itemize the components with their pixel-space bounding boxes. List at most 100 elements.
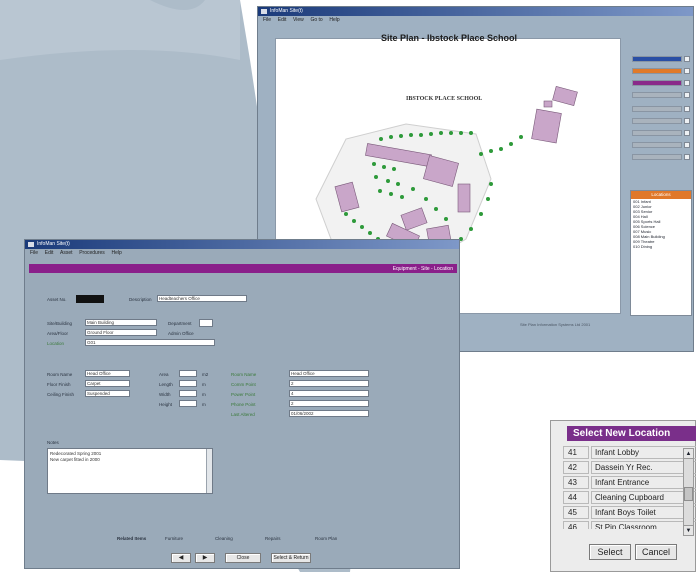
notes-scrollbar[interactable] (206, 449, 212, 493)
related-item[interactable]: Furniture (165, 536, 183, 541)
layer-check-4[interactable] (684, 92, 690, 98)
floor-label: Floor Finish (47, 382, 71, 387)
notes-textarea[interactable]: Redecorated Spring 2001 New carpet fitte… (47, 448, 213, 494)
row-name: Infant Boys Toilet (591, 506, 696, 519)
layer-button-8[interactable] (632, 142, 682, 148)
room-field[interactable]: Head Office (85, 370, 130, 377)
menu-file[interactable]: File (263, 16, 271, 25)
layer-check-2[interactable] (684, 68, 690, 74)
cancel-button[interactable]: Cancel (635, 544, 677, 560)
right-label-3: Power Point (231, 392, 256, 397)
scroll-down-icon[interactable]: ▼ (684, 525, 693, 535)
row-number: 41 (563, 446, 589, 459)
menu-help[interactable]: Help (111, 249, 121, 258)
area-field[interactable]: Ground Floor (85, 329, 157, 336)
description-field[interactable]: Headteachers Office (157, 295, 247, 302)
menu-edit[interactable]: Edit (45, 249, 54, 258)
building-i (552, 86, 578, 106)
picker-list[interactable]: 41 Infant Lobby 42 Dassein Yr Rec. 43 In… (563, 446, 696, 539)
close-button[interactable]: Close (225, 553, 261, 563)
location-side-list[interactable]: Locations 001 Infant 002 Junior 003 Seni… (630, 190, 692, 316)
building-j (543, 100, 553, 108)
dept-checkbox[interactable] (199, 319, 213, 327)
layer-button-2[interactable] (632, 68, 682, 74)
select-return-button[interactable]: Select & Return (271, 553, 311, 563)
scroll-up-icon[interactable]: ▲ (684, 449, 693, 459)
menu-edit[interactable]: Edit (278, 16, 287, 25)
layer-button-9[interactable] (632, 154, 682, 160)
row-name: Cleaning Cupboard (591, 491, 696, 504)
menu-goto[interactable]: Go to (310, 16, 322, 25)
dept-value: Admin Office (168, 331, 194, 336)
ceiling-field[interactable]: Suspended (85, 390, 130, 397)
right-field-1[interactable]: Head Office (289, 370, 369, 377)
picker-scrollbar[interactable]: ▲ ▼ (683, 448, 694, 536)
site-plan-menubar: File Edit View Go to Help (258, 16, 693, 25)
right-field-5[interactable]: 01/06/2002 (289, 410, 369, 417)
menu-procedures[interactable]: Procedures (79, 249, 105, 258)
right-field-2[interactable]: 2 (289, 380, 369, 387)
next-record-button[interactable]: ▶ (195, 553, 215, 563)
prev-record-button[interactable]: ◀ (171, 553, 191, 563)
layer-button-7[interactable] (632, 130, 682, 136)
area2-field[interactable] (179, 370, 197, 377)
layer-check-5[interactable] (684, 106, 690, 112)
table-row[interactable]: 45 Infant Boys Toilet (563, 506, 696, 519)
row-number: 43 (563, 476, 589, 489)
related-item[interactable]: Room Plan (315, 536, 337, 541)
area-label: Area/Floor (47, 331, 69, 336)
location-field[interactable]: G01 (85, 339, 215, 346)
detail-window-title: InfoMan Site(t) (37, 241, 70, 247)
row-number: 46 (563, 521, 589, 529)
right-field-4[interactable]: 2 (289, 400, 369, 407)
app-icon (28, 242, 34, 247)
detail-header-bar: Equipment - Site - Location (29, 264, 457, 273)
menu-file[interactable]: File (30, 249, 38, 258)
menu-asset[interactable]: Asset (60, 249, 73, 258)
table-row[interactable]: 43 Infant Entrance (563, 476, 696, 489)
layer-check-3[interactable] (684, 80, 690, 86)
related-item[interactable]: Repairs (265, 536, 281, 541)
layer-button-5[interactable] (632, 106, 682, 112)
menu-help[interactable]: Help (329, 16, 339, 25)
plan-footer-right: Site Plan Information Systems Ltd 2001 (520, 322, 591, 327)
right-label-2: Comm Point (231, 382, 256, 387)
length-field[interactable] (179, 380, 197, 387)
right-label-1: Room Name (231, 372, 257, 377)
layer-button-3[interactable] (632, 80, 682, 86)
layer-button-1[interactable] (632, 56, 682, 62)
menu-view[interactable]: View (293, 16, 304, 25)
layer-check-9[interactable] (684, 154, 690, 160)
table-row[interactable]: 46 St Pip Classroom (563, 521, 696, 529)
layer-check-6[interactable] (684, 118, 690, 124)
layer-check-1[interactable] (684, 56, 690, 62)
floor-field[interactable]: Carpet (85, 380, 130, 387)
side-list-item[interactable]: 010 Dining (631, 244, 691, 249)
table-row[interactable]: 41 Infant Lobby (563, 446, 696, 459)
table-row[interactable]: 42 Dassein Yr Rec. (563, 461, 696, 474)
layer-button-4[interactable] (632, 92, 682, 98)
row-number: 42 (563, 461, 589, 474)
right-field-3[interactable]: 4 (289, 390, 369, 397)
height-field[interactable] (179, 400, 197, 407)
layer-check-7[interactable] (684, 130, 690, 136)
layer-check-8[interactable] (684, 142, 690, 148)
notes-line: New carpet fitted in 2000 (50, 457, 100, 462)
select-button[interactable]: Select (589, 544, 631, 560)
room-label: Room Name (47, 372, 73, 377)
area2-unit: m2 (202, 372, 209, 377)
asset-no-field[interactable] (76, 295, 104, 303)
scroll-thumb[interactable] (684, 487, 693, 501)
building-d (457, 183, 471, 213)
location-label: Location (47, 341, 65, 346)
row-name: St Pip Classroom (591, 521, 696, 529)
detail-titlebar[interactable]: InfoMan Site(t) (25, 240, 459, 249)
row-name: Dassein Yr Rec. (591, 461, 696, 474)
table-row[interactable]: 44 Cleaning Cupboard (563, 491, 696, 504)
height-label: Height (159, 402, 173, 407)
related-item[interactable]: Cleaning (215, 536, 233, 541)
site-plan-titlebar[interactable]: InfoMan Site(t) (258, 7, 693, 16)
layer-button-6[interactable] (632, 118, 682, 124)
site-field[interactable]: Main Building (85, 319, 157, 326)
width-field[interactable] (179, 390, 197, 397)
